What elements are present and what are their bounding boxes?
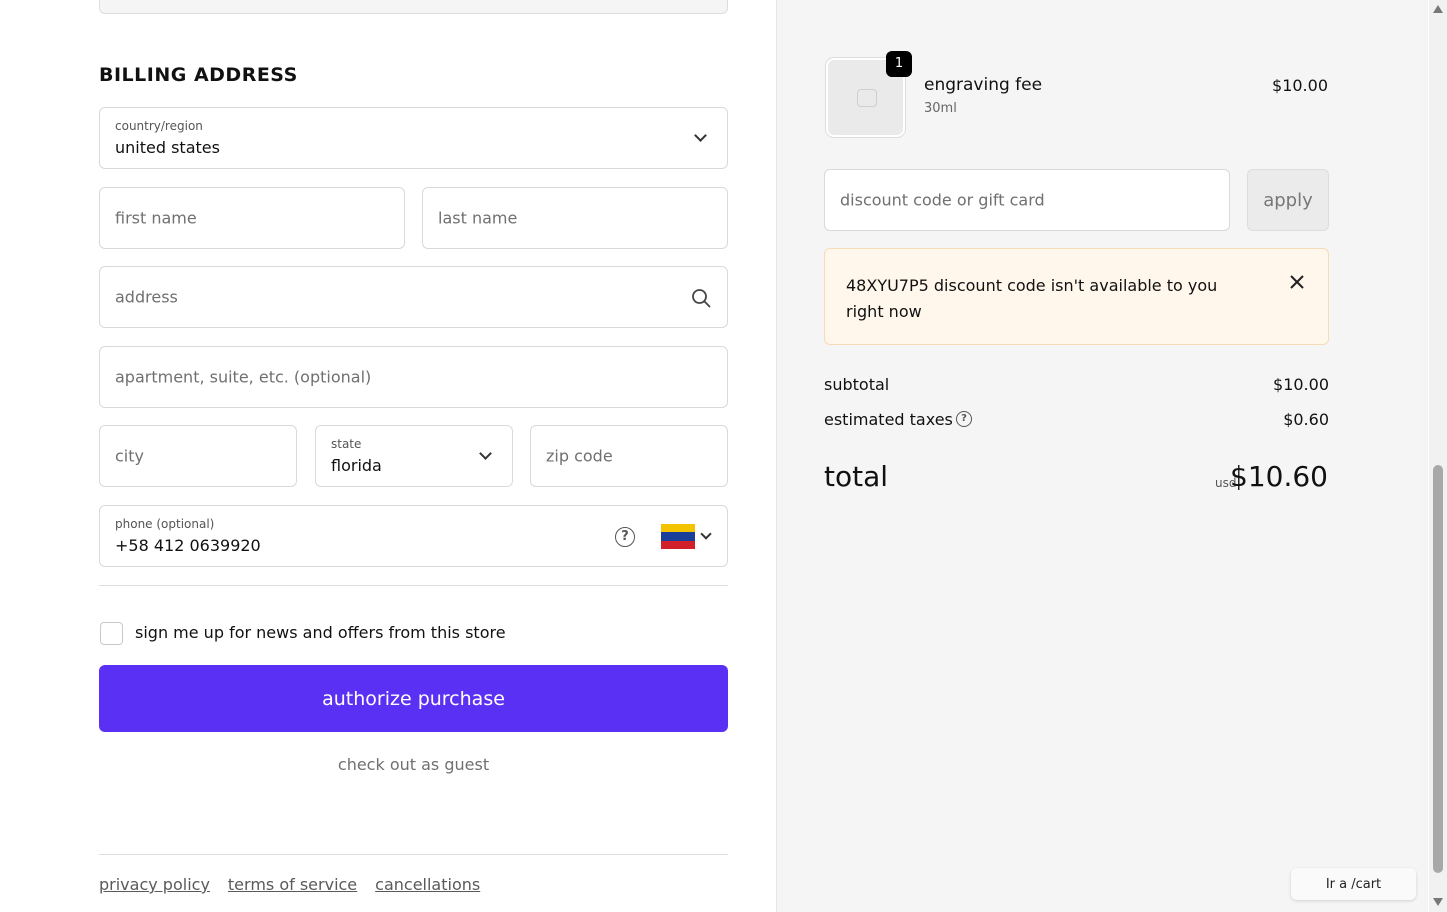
- authorize-purchase-button[interactable]: authorize purchase: [99, 665, 728, 732]
- total-value: $10.60: [1230, 460, 1328, 493]
- zip-code-placeholder: zip code: [546, 446, 613, 466]
- go-to-cart-chip[interactable]: Ir a /cart: [1291, 868, 1416, 900]
- discount-placeholder: discount code or gift card: [840, 190, 1045, 210]
- apartment-input[interactable]: apartment, suite, etc. (optional): [99, 346, 728, 408]
- discount-code-input[interactable]: discount code or gift card: [824, 169, 1230, 231]
- state-label: state: [331, 437, 362, 451]
- subtotal-label: subtotal: [824, 375, 890, 394]
- close-icon[interactable]: [1288, 273, 1306, 291]
- privacy-policy-link[interactable]: privacy policy: [99, 875, 210, 894]
- cancellations-link[interactable]: cancellations: [375, 875, 480, 894]
- last-name-input[interactable]: last name: [422, 187, 728, 249]
- discount-error-alert: 48XYU7P5 discount code isn't available t…: [824, 248, 1329, 345]
- venezuela-flag-icon[interactable]: [661, 524, 695, 549]
- apply-button[interactable]: apply: [1247, 169, 1329, 231]
- taxes-row: estimated taxes ? $0.60: [824, 410, 1329, 429]
- search-icon: [692, 289, 711, 308]
- chevron-down-icon: [479, 447, 492, 460]
- first-name-input[interactable]: first name: [99, 187, 405, 249]
- image-placeholder-icon: [857, 89, 877, 107]
- chevron-down-icon: [700, 528, 712, 540]
- scrollbar[interactable]: [1429, 0, 1447, 912]
- quantity-badge: 1: [886, 51, 912, 77]
- subtotal-row: subtotal $10.00: [824, 375, 1329, 394]
- city-input[interactable]: city: [99, 425, 297, 487]
- check-out-as-guest-link[interactable]: check out as guest: [99, 755, 728, 774]
- subtotal-value: $10.00: [1273, 375, 1329, 394]
- scroll-thumb[interactable]: [1433, 465, 1443, 873]
- product-name: engraving fee: [924, 75, 1043, 95]
- taxes-label: estimated taxes: [824, 410, 953, 429]
- country-label: country/region: [115, 119, 203, 133]
- previous-section-box: [99, 0, 728, 14]
- country-select[interactable]: country/region united states: [99, 107, 728, 169]
- phone-input[interactable]: phone (optional) +58 412 0639920 ?: [99, 505, 728, 567]
- terms-of-service-link[interactable]: terms of service: [228, 875, 357, 894]
- apartment-placeholder: apartment, suite, etc. (optional): [115, 367, 372, 387]
- footer-links: privacy policy terms of service cancella…: [99, 875, 480, 894]
- chevron-down-icon: [694, 129, 707, 142]
- taxes-value: $0.60: [1283, 410, 1329, 429]
- total-label: total: [824, 460, 889, 493]
- help-circle-icon[interactable]: ?: [956, 411, 972, 427]
- billing-address-heading: BILLING ADDRESS: [99, 64, 298, 86]
- phone-label: phone (optional): [115, 517, 215, 531]
- checkout-form-panel: BILLING ADDRESS country/region united st…: [0, 0, 777, 912]
- scroll-down-arrow-icon[interactable]: [1433, 898, 1443, 906]
- state-value: florida: [331, 456, 382, 475]
- divider: [99, 585, 728, 586]
- alert-message: 48XYU7P5 discount code isn't available t…: [846, 276, 1218, 321]
- city-placeholder: city: [115, 446, 144, 466]
- help-circle-icon[interactable]: ?: [615, 527, 635, 547]
- phone-value: +58 412 0639920: [115, 536, 261, 555]
- product-variant: 30ml: [924, 101, 957, 116]
- country-value: united states: [115, 138, 220, 157]
- scroll-up-arrow-icon[interactable]: [1433, 5, 1443, 13]
- zip-code-input[interactable]: zip code: [530, 425, 728, 487]
- product-price: $10.00: [1272, 76, 1328, 95]
- address-placeholder: address: [115, 287, 178, 307]
- state-select[interactable]: state florida: [315, 425, 513, 487]
- first-name-placeholder: first name: [115, 208, 197, 228]
- address-input[interactable]: address: [99, 266, 728, 328]
- newsletter-label: sign me up for news and offers from this…: [135, 623, 506, 642]
- footer-divider: [99, 854, 728, 855]
- last-name-placeholder: last name: [438, 208, 518, 228]
- newsletter-checkbox[interactable]: [100, 622, 123, 645]
